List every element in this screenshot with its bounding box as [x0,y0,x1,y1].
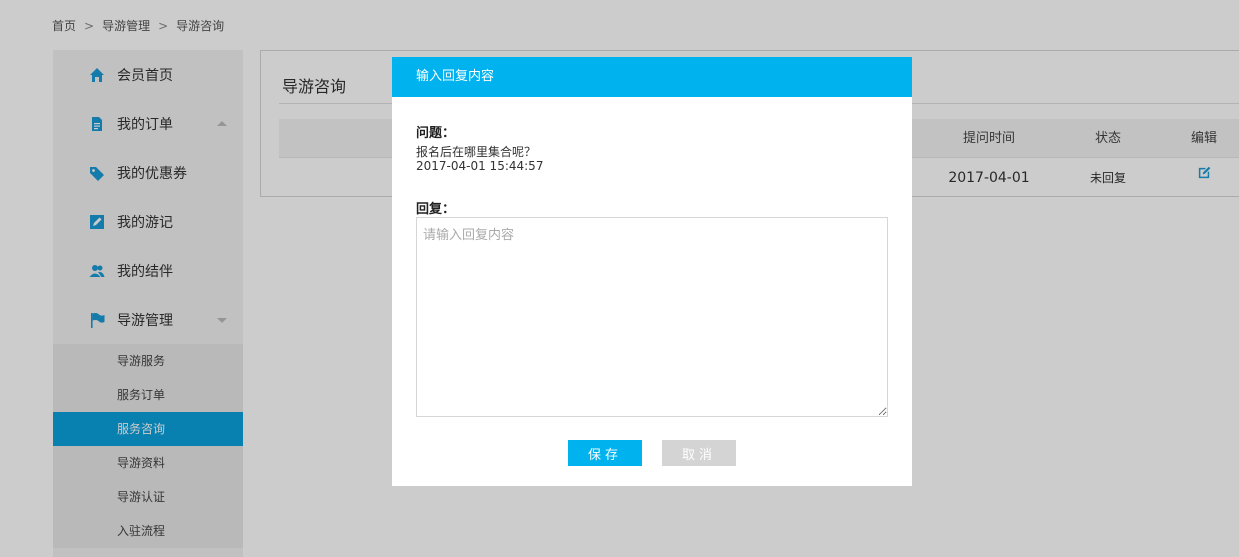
question-time: 2017-04-01 15:44:57 [416,159,544,173]
reply-textarea[interactable] [416,217,888,417]
reply-modal: 输入回复内容 问题： 报名后在哪里集合呢？ 2017-04-01 15:44:5… [392,57,912,486]
save-button[interactable]: 保存 [568,440,642,466]
question-label: 问题： [416,126,456,141]
cancel-button[interactable]: 取消 [662,440,736,466]
reply-label: 回复： [416,202,456,217]
question-text: 报名后在哪里集合呢？ [416,145,537,159]
modal-title: 输入回复内容 [392,57,912,97]
